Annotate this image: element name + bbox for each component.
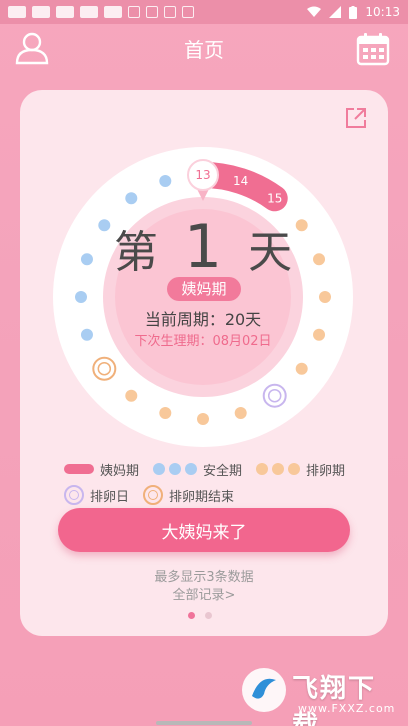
page-title: 首页 [184,38,224,62]
app-icon [8,6,26,18]
text-a-icon [182,6,194,18]
cycle-length: 当前周期：20天 [144,310,262,329]
cycle-dial: 13 14 15 第 1 天 姨妈期 当前周期：20天 下次生理期：08月02日 [50,144,356,450]
pager-dot[interactable] [205,612,212,619]
ovulation-swatch [256,463,301,475]
legend-ovulation: 排卵期 [256,460,345,479]
ovulation-day-swatch [64,485,84,505]
legend-ovulation-day: 排卵日 [64,485,129,505]
dial-center: 第 1 天 姨妈期 当前周期：20天 下次生理期：08月02日 [50,144,356,450]
watermark-logo-icon [242,668,286,712]
watermark: 飞翔下载 www.FXXZ.com [240,664,400,726]
app-bar: 首页 [0,24,408,72]
phase-badge: 姨妈期 [167,277,241,301]
status-bar: 10:13 [0,0,408,24]
share-icon [346,108,366,128]
day-suffix: 天 [248,227,293,278]
wifi-icon [307,6,322,17]
gesture-bar [156,721,252,725]
watermark-text: 飞翔下载 [292,674,377,726]
app-icon [32,6,50,18]
legend-period: 姨妈期 [64,460,139,479]
period-started-button[interactable]: 大姨妈来了 [58,508,350,552]
app-icon [104,6,122,18]
image-icon [164,6,176,18]
legend: 姨妈期 安全期 排卵期 排卵日 排卵期结束 [64,456,384,508]
legend-period-label: 姨妈期 [100,463,140,479]
day-number: 1 [183,212,223,282]
clock: 10:13 [365,5,400,19]
shield-icon [128,6,140,18]
share-button[interactable] [344,106,368,130]
app-icon [80,6,98,18]
cycle-card: 13 14 15 第 1 天 姨妈期 当前周期：20天 下次生理期：08月02日 姨… [20,90,388,636]
heart-icon [146,6,158,18]
legend-safe-label: 安全期 [203,463,243,479]
legend-ovulation-label: 排卵期 [306,463,346,479]
legend-ovulation-day-label: 排卵日 [90,489,130,505]
day-prefix: 第 [113,227,158,278]
calendar-button[interactable] [356,32,390,66]
period-swatch [64,464,94,474]
safe-swatch [153,463,198,475]
signal-icon [329,6,342,18]
all-records-link[interactable]: 全部记录> [20,584,388,603]
legend-ovulation-end: 排卵期结束 [143,485,234,505]
day-counter: 第 1 天 [50,212,356,282]
app-icon [56,6,74,18]
battery-icon [349,5,358,19]
pager [188,612,212,619]
legend-ovulation-end-label: 排卵期结束 [169,489,235,505]
calendar-icon [356,33,390,66]
records-limit-hint: 最多显示3条数据 [154,570,254,585]
pager-dot[interactable] [188,612,195,619]
next-period-date: 下次生理期：08月02日 [134,334,272,349]
legend-safe: 安全期 [153,460,242,479]
watermark-url: www.FXXZ.com [298,702,396,715]
ovulation-end-swatch [143,485,164,505]
